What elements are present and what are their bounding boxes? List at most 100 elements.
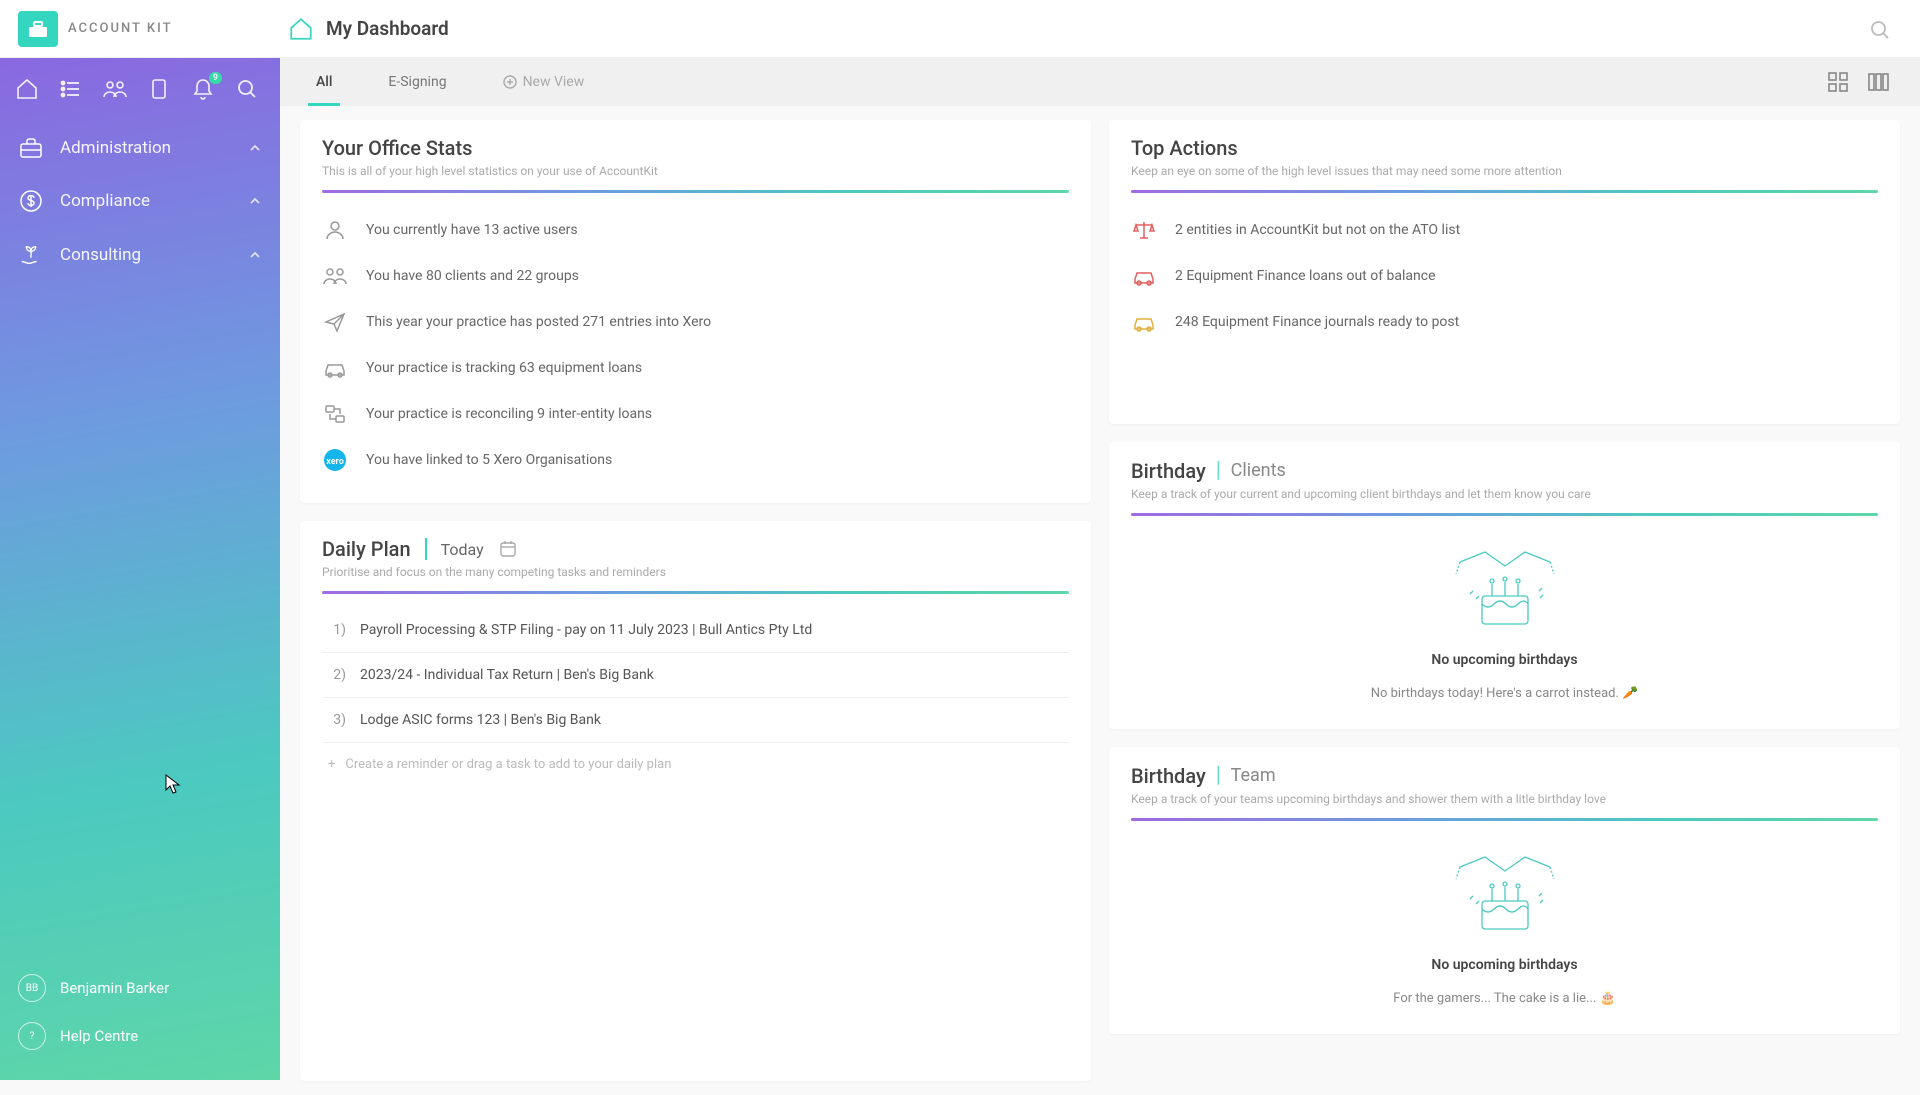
calendar-icon[interactable] — [498, 539, 518, 559]
task-number: 1) — [328, 622, 346, 638]
task-row[interactable]: 2) 2023/24 - Individual Tax Return | Ben… — [322, 653, 1069, 698]
people-icon — [322, 263, 348, 289]
action-text: 2 entities in AccountKit but not on the … — [1175, 222, 1460, 238]
stat-text: You currently have 13 active users — [366, 222, 578, 238]
card-title-suffix: Clients — [1231, 460, 1286, 481]
stat-row[interactable]: You have 80 clients and 22 groups — [322, 253, 1069, 299]
empty-heading: No upcoming birthdays — [1431, 652, 1577, 668]
car-icon — [1131, 263, 1157, 289]
user-name: Benjamin Barker — [60, 979, 169, 997]
column-view-icon[interactable] — [1866, 70, 1890, 94]
empty-heading: No upcoming birthdays — [1431, 957, 1577, 973]
nav-device-icon[interactable] — [146, 76, 172, 102]
task-row[interactable]: 1) Payroll Processing & STP Filing - pay… — [322, 608, 1069, 653]
global-search-icon[interactable] — [1868, 18, 1892, 42]
card-divider — [1131, 818, 1878, 821]
card-title: Birthday — [1131, 764, 1206, 788]
add-task-row[interactable]: + Create a reminder or drag a task to ad… — [322, 743, 1069, 786]
dollar-circle-icon — [18, 188, 44, 214]
task-text: Lodge ASIC forms 123 | Ben's Big Bank — [360, 712, 601, 728]
avatar: BB — [18, 974, 46, 1002]
card-divider — [1131, 513, 1878, 516]
sidebar-item-label: Consulting — [60, 245, 232, 265]
card-title: Daily Plan — [322, 537, 411, 561]
breadcrumb: My Dashboard — [288, 16, 449, 42]
stat-row[interactable]: Your practice is reconciling 9 inter-ent… — [322, 391, 1069, 437]
task-text: Payroll Processing & STP Filing - pay on… — [360, 622, 812, 638]
daily-today-label[interactable]: Today — [441, 540, 484, 559]
divider: | — [1216, 458, 1221, 483]
empty-note: For the gamers... The cake is a lie... 🎂 — [1393, 991, 1615, 1006]
home-icon[interactable] — [288, 16, 314, 42]
user-icon — [322, 217, 348, 243]
sidebar-item-consulting[interactable]: Consulting — [0, 228, 280, 282]
chevron-up-icon — [248, 194, 262, 208]
action-row[interactable]: 2 entities in AccountKit but not on the … — [1131, 207, 1878, 253]
divider — [425, 538, 427, 560]
task-row[interactable]: 3) Lodge ASIC forms 123 | Ben's Big Bank — [322, 698, 1069, 743]
action-row[interactable]: 2 Equipment Finance loans out of balance — [1131, 253, 1878, 299]
stat-text: Your practice is tracking 63 equipment l… — [366, 360, 642, 376]
svg-text:xero: xero — [326, 457, 344, 467]
stat-text: You have 80 clients and 22 groups — [366, 268, 579, 284]
chevron-up-icon — [248, 248, 262, 262]
sidebar-quick-icons: 9 — [0, 58, 280, 122]
divider: | — [1216, 763, 1221, 788]
nav-people-icon[interactable] — [102, 76, 128, 102]
paper-plane-icon — [322, 309, 348, 335]
action-text: 248 Equipment Finance journals ready to … — [1175, 314, 1459, 330]
card-subtitle: Prioritise and focus on the many competi… — [322, 565, 1069, 579]
stat-row[interactable]: You currently have 13 active users — [322, 207, 1069, 253]
card-title: Top Actions — [1131, 136, 1878, 160]
cake-icon — [1450, 544, 1560, 634]
topbar: ACCOUNT KIT My Dashboard — [0, 0, 1920, 58]
card-office-stats: Your Office Stats This is all of your hi… — [300, 120, 1091, 503]
empty-state: No upcoming birthdays For the gamers... … — [1131, 835, 1878, 1014]
user-profile[interactable]: BB Benjamin Barker — [0, 964, 280, 1012]
card-title: Birthday — [1131, 459, 1206, 483]
brand-name: ACCOUNT KIT — [68, 21, 173, 36]
card-divider — [322, 190, 1069, 193]
task-number: 2) — [328, 667, 346, 683]
stat-text: This year your practice has posted 271 e… — [366, 314, 711, 330]
empty-note: No birthdays today! Here's a carrot inst… — [1371, 686, 1639, 701]
tab-esigning[interactable]: E-Signing — [380, 58, 454, 106]
tab-all[interactable]: All — [308, 58, 340, 106]
nav-home-icon[interactable] — [14, 76, 40, 102]
plus-circle-icon — [503, 75, 517, 89]
stat-row[interactable]: This year your practice has posted 271 e… — [322, 299, 1069, 345]
nav-list-icon[interactable] — [58, 76, 84, 102]
card-subtitle: Keep a track of your teams upcoming birt… — [1131, 792, 1878, 806]
tab-new-view[interactable]: New View — [495, 58, 593, 106]
stat-row[interactable]: xero You have linked to 5 Xero Organisat… — [322, 437, 1069, 483]
content: All E-Signing New View Your Office Stats… — [280, 58, 1920, 1080]
sidebar-item-compliance[interactable]: Compliance — [0, 174, 280, 228]
car-icon — [1131, 309, 1157, 335]
chevron-up-icon — [248, 141, 262, 155]
grid-view-icon[interactable] — [1826, 70, 1850, 94]
plant-hand-icon — [18, 242, 44, 268]
help-centre[interactable]: ? Help Centre — [0, 1012, 280, 1060]
tabs-row: All E-Signing New View — [280, 58, 1920, 106]
sidebar-item-administration[interactable]: Administration — [0, 122, 280, 174]
stat-row[interactable]: Your practice is tracking 63 equipment l… — [322, 345, 1069, 391]
action-row[interactable]: 248 Equipment Finance journals ready to … — [1131, 299, 1878, 345]
plus-icon: + — [328, 757, 335, 772]
card-title-suffix: Team — [1231, 765, 1276, 786]
stat-text: You have linked to 5 Xero Organisations — [366, 452, 612, 468]
sidebar-footer: BB Benjamin Barker ? Help Centre — [0, 964, 280, 1060]
brand-block[interactable]: ACCOUNT KIT — [18, 11, 288, 47]
nav-bell-icon[interactable]: 9 — [190, 76, 216, 102]
card-daily-plan: Daily Plan Today Prioritise and focus on… — [300, 521, 1091, 1081]
task-number: 3) — [328, 712, 346, 728]
card-divider — [322, 591, 1069, 594]
sidebar: 9 Administration Compliance Consulting B… — [0, 58, 280, 1080]
nav-search-icon[interactable] — [234, 76, 260, 102]
help-icon: ? — [18, 1022, 46, 1050]
swap-icon — [322, 401, 348, 427]
action-text: 2 Equipment Finance loans out of balance — [1175, 268, 1436, 284]
empty-state: No upcoming birthdays No birthdays today… — [1131, 530, 1878, 709]
xero-icon: xero — [322, 447, 348, 473]
card-title: Your Office Stats — [322, 136, 1069, 160]
car-icon — [322, 355, 348, 381]
